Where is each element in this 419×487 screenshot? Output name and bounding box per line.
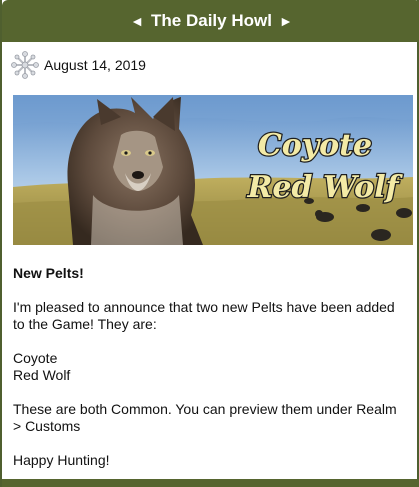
pelt-list-item: Red Wolf	[13, 367, 71, 383]
article-note: These are both Common. You can preview t…	[13, 401, 397, 434]
article-intro: I'm pleased to announce that two new Pel…	[13, 299, 395, 332]
post-dateline: August 14, 2019	[10, 50, 146, 80]
next-arrow-icon[interactable]: ►	[279, 13, 293, 29]
previous-arrow-icon[interactable]: ◄	[130, 13, 144, 29]
article-heading: New Pelts!	[13, 265, 84, 281]
news-header: ◄ The Daily Howl ►	[2, 0, 419, 42]
news-panel: ◄ The Daily Howl ► August 14, 2019 Coyot…	[0, 0, 419, 487]
pelt-list-item: Coyote	[13, 350, 58, 366]
pelt-banner-image: Coyote Red Wolf	[13, 95, 413, 245]
post-date: August 14, 2019	[44, 57, 146, 73]
article-signoff: Happy Hunting!	[13, 452, 110, 468]
newsletter-title: The Daily Howl	[151, 11, 272, 30]
banner-title-line1: Coyote	[258, 128, 372, 163]
snowflake-icon	[11, 51, 39, 79]
article-body: New Pelts! I'm pleased to announce that …	[13, 265, 408, 469]
banner-title-line2: Red Wolf	[247, 170, 404, 205]
panel-footer-bar	[2, 479, 419, 487]
